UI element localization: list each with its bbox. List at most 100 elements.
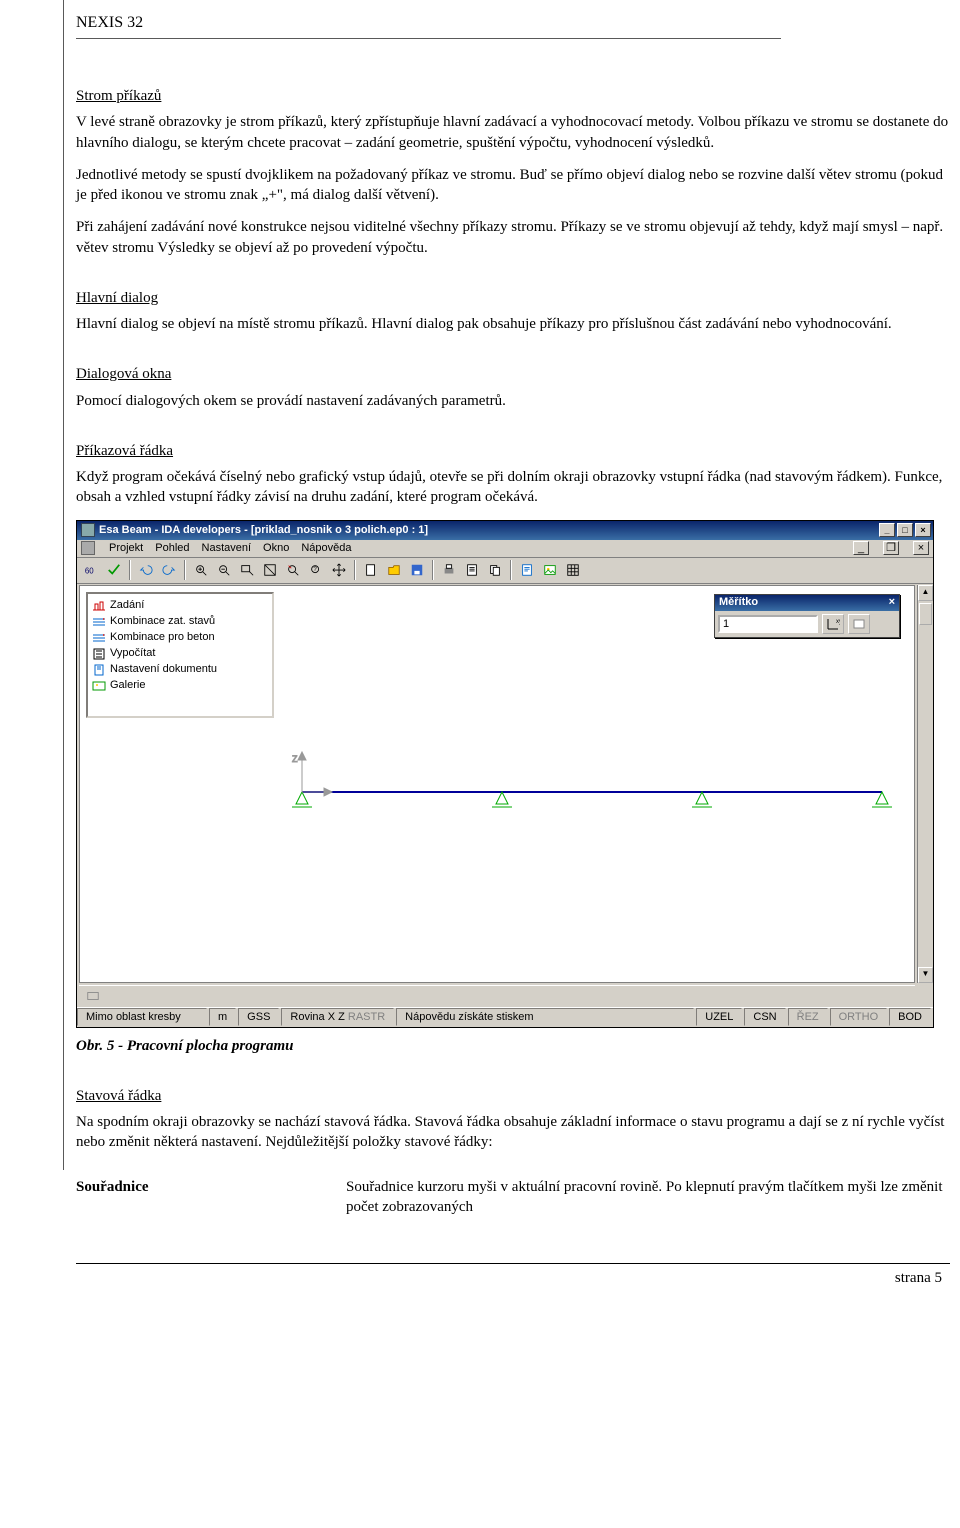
scroll-thumb (919, 603, 932, 625)
section-strom-title: Strom příkazů (76, 86, 950, 106)
minimize-button[interactable]: _ (879, 523, 895, 537)
section-strom-p2: Jednotlivé metody se spustí dvojklikem n… (76, 165, 950, 206)
tree-item-komb-beton[interactable]: Kombinace pro beton (90, 630, 270, 646)
status-gss[interactable]: GSS (238, 1008, 279, 1026)
scroll-down-icon[interactable]: ▼ (918, 967, 933, 983)
tool-gallery-icon[interactable] (540, 560, 560, 580)
close-button[interactable]: × (915, 523, 931, 537)
tree-item-nastaveni-dok[interactable]: Nastavení dokumentu (90, 662, 270, 678)
tool-bottom-icon[interactable] (83, 986, 103, 1006)
floatbox-close-icon[interactable]: × (889, 595, 895, 610)
mdi-client: Zadání Kombinace zat. stavů Kombinace pr… (79, 585, 915, 983)
menu-pohled[interactable]: Pohled (155, 541, 189, 556)
tool-undo-icon[interactable] (136, 560, 156, 580)
tree-item-zadani[interactable]: Zadání (90, 598, 270, 614)
section-hlavni-title: Hlavní dialog (76, 288, 950, 308)
scale-floatbox[interactable]: Měřítko × xy (714, 594, 900, 638)
app-icon (81, 523, 95, 537)
toolbar: 60 ? (77, 558, 933, 584)
section-cmd-p1: Když program očekává číselný nebo grafic… (76, 467, 950, 508)
page-header: NEXIS 32 (76, 8, 950, 56)
margin-rule-horizontal (76, 38, 781, 39)
doc-title: NEXIS 32 (76, 8, 950, 34)
tool-pan-icon[interactable] (329, 560, 349, 580)
tree-item-galerie[interactable]: Galerie (90, 678, 270, 694)
menu-nastaveni[interactable]: Nastavení (202, 541, 252, 556)
menu-okno[interactable]: Okno (263, 541, 289, 556)
tree-label: Vypočítat (110, 646, 155, 661)
app-window: Esa Beam - IDA developers - [priklad_nos… (76, 520, 934, 1028)
tree-label: Zadání (110, 598, 144, 613)
tool-zoomall-icon[interactable] (260, 560, 280, 580)
tool-redo-icon[interactable] (159, 560, 179, 580)
tree-label: Nastavení dokumentu (110, 662, 217, 677)
tool-60-icon[interactable]: 60 (81, 560, 101, 580)
status-plane[interactable]: Rovina X Z RASTR (281, 1008, 394, 1026)
menubar: Projekt Pohled Nastavení Okno Nápověda _… (77, 540, 933, 558)
tool-zoomout-icon[interactable] (214, 560, 234, 580)
mdi-minimize-button[interactable]: _ (853, 541, 869, 555)
section-stav-title: Stavová řádka (76, 1086, 950, 1106)
status-coords[interactable]: Mimo oblast kresby (77, 1008, 207, 1026)
bottom-toolbar (79, 985, 915, 1007)
menu-napoveda[interactable]: Nápověda (301, 541, 351, 556)
mdi-icon (81, 541, 95, 555)
command-tree[interactable]: Zadání Kombinace zat. stavů Kombinace pr… (86, 592, 274, 718)
status-csn[interactable]: CSN (744, 1008, 785, 1026)
status-uzel[interactable]: UZEL (696, 1008, 742, 1026)
tree-label: Kombinace zat. stavů (110, 614, 215, 629)
definition-value: Souřadnice kurzoru myši v aktuální praco… (346, 1177, 950, 1218)
menu-projekt[interactable]: Projekt (109, 541, 143, 556)
section-dlg-title: Dialogová okna (76, 364, 950, 384)
tool-grid-icon[interactable] (563, 560, 583, 580)
status-unit[interactable]: m (209, 1008, 236, 1026)
vertical-scrollbar[interactable]: ▲ ▼ (917, 585, 933, 983)
tool-copy-icon[interactable] (485, 560, 505, 580)
tool-checkgreen-icon[interactable] (104, 560, 124, 580)
definition-row-souradnice: Souřadnice Souřadnice kurzoru myši v akt… (76, 1177, 950, 1218)
page-footer: strana 5 (76, 1263, 950, 1288)
tool-zoomin-icon[interactable] (191, 560, 211, 580)
scale-card-button[interactable] (848, 614, 870, 634)
mdi-close-button[interactable]: × (913, 541, 929, 555)
margin-rule-vertical (63, 0, 64, 1170)
tool-zoomprev-icon[interactable] (283, 560, 303, 580)
floatbox-title: Měřítko (719, 595, 758, 610)
section-stav-p1: Na spodním okraji obrazovky se nachází s… (76, 1112, 950, 1153)
status-ortho[interactable]: ORTHO (830, 1008, 888, 1026)
drawing-canvas[interactable]: Měřítko × xy (282, 592, 910, 976)
scale-input[interactable] (718, 615, 818, 633)
status-bod[interactable]: BOD (889, 1008, 931, 1026)
status-rez[interactable]: ŘEZ (788, 1008, 828, 1026)
tool-printview-icon[interactable] (462, 560, 482, 580)
tool-zoomwin-icon[interactable] (237, 560, 257, 580)
svg-text:?: ? (313, 566, 317, 573)
tool-save-icon[interactable] (407, 560, 427, 580)
svg-text:60: 60 (85, 567, 94, 576)
mdi-restore-button[interactable]: ❐ (883, 541, 899, 555)
section-cmd-title: Příkazová řádka (76, 441, 950, 461)
titlebar[interactable]: Esa Beam - IDA developers - [priklad_nos… (77, 521, 933, 540)
section-hlavni-p1: Hlavní dialog se objeví na místě stromu … (76, 314, 950, 334)
scale-xy-button[interactable]: xy (822, 614, 844, 634)
tree-label: Galerie (110, 678, 145, 693)
tool-print-icon[interactable] (439, 560, 459, 580)
figure-caption: Obr. 5 - Pracovní plocha programu (76, 1036, 950, 1056)
tree-item-vypocitat[interactable]: Vypočítat (90, 646, 270, 662)
section-strom-p1: V levé straně obrazovky je strom příkazů… (76, 112, 950, 153)
maximize-button[interactable]: □ (897, 523, 913, 537)
section-dlg-p1: Pomocí dialogových okem se provádí nasta… (76, 391, 950, 411)
tool-open-icon[interactable] (384, 560, 404, 580)
svg-text:Z: Z (292, 754, 298, 764)
page-number: strana 5 (895, 1270, 942, 1286)
beam-diagram: Z (282, 732, 902, 832)
tree-label: Kombinace pro beton (110, 630, 215, 645)
tool-zoomq-icon[interactable]: ? (306, 560, 326, 580)
section-strom-p3: Při zahájení zadávání nové konstrukce ne… (76, 217, 950, 258)
statusbar: Mimo oblast kresby m GSS Rovina X Z RAST… (77, 1007, 933, 1027)
titlebar-text: Esa Beam - IDA developers - [priklad_nos… (99, 523, 428, 538)
tree-item-komb-zat[interactable]: Kombinace zat. stavů (90, 614, 270, 630)
tool-new-icon[interactable] (361, 560, 381, 580)
scroll-up-icon[interactable]: ▲ (918, 585, 933, 601)
tool-doc-icon[interactable] (517, 560, 537, 580)
